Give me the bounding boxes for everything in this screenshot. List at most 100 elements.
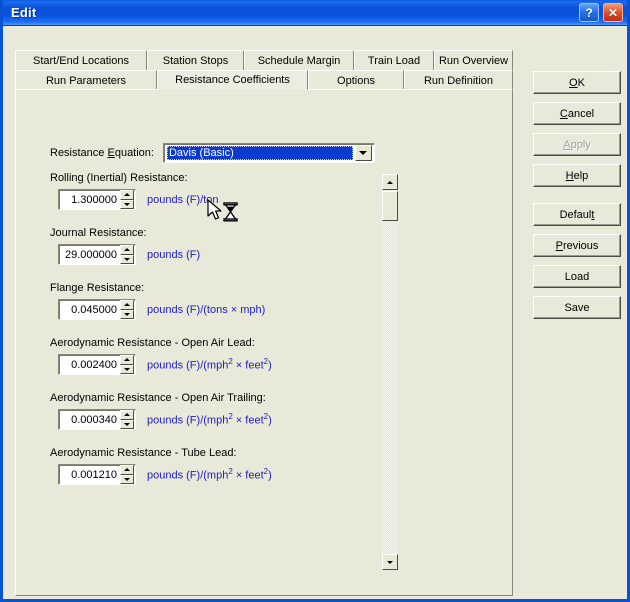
spinner-buttons: [120, 410, 134, 429]
chevron-down-icon[interactable]: [354, 145, 372, 161]
tab-run-parameters[interactable]: Run Parameters: [15, 70, 157, 90]
field-row: 0.045000 pounds (F)/(tons × mph): [50, 299, 265, 320]
scrollbar-thumb[interactable]: [382, 191, 398, 221]
previous-button[interactable]: Previous: [533, 234, 621, 257]
spinner-down-icon[interactable]: [120, 364, 134, 374]
tab-train-load[interactable]: Train Load: [354, 50, 434, 70]
tab-schedule-margin[interactable]: Schedule Margin: [244, 50, 354, 70]
field-group-rolling-inertial-resistance: Rolling (Inertial) Resistance: 1.300000 po…: [50, 172, 219, 210]
spinner-input-aerodynamic-resistance-open-air-trailing[interactable]: 0.000340: [58, 409, 136, 430]
spinner-down-icon[interactable]: [120, 254, 134, 264]
dialog-client-area: Start/End Locations Station Stops Schedule…: [3, 26, 627, 599]
tab-label: Resistance Coefficients: [175, 74, 290, 86]
spinner-input-aerodynamic-resistance-tube-lead[interactable]: 0.001210: [58, 464, 136, 485]
button-label: Apply: [563, 138, 591, 151]
field-label: Aerodynamic Resistance - Open Air Traili…: [50, 392, 266, 404]
tab-row-bottom: Run Parameters Resistance Coefficients Opt…: [15, 70, 513, 90]
spinner-value: 0.002400: [71, 358, 117, 371]
tab-label: Run Overview: [438, 54, 509, 67]
field-group-journal-resistance: Journal Resistance: 29.000000 pounds (F): [50, 227, 200, 265]
spinner-down-icon[interactable]: [120, 199, 134, 209]
close-icon-button[interactable]: ✕: [603, 3, 623, 22]
tab-run-definition[interactable]: Run Definition: [404, 70, 513, 90]
help-icon-button[interactable]: ?: [579, 3, 599, 22]
field-row: 0.001210 pounds (F)/(mph2 × feet2): [50, 464, 272, 485]
tab-label: Train Load: [367, 54, 421, 67]
tab-strip: Start/End Locations Station Stops Schedule…: [15, 50, 513, 90]
resistance-equation-select[interactable]: Davis (Basic): [162, 143, 375, 163]
button-label: Cancel: [559, 107, 595, 120]
field-label: Rolling (Inertial) Resistance:: [50, 172, 188, 184]
spinner-up-icon[interactable]: [120, 190, 134, 200]
spinner-input-flange-resistance[interactable]: 0.045000: [58, 299, 136, 320]
unit-label: pounds (F)/(mph2 × feet2): [147, 357, 272, 372]
unit-label: pounds (F): [147, 248, 201, 261]
unit-label: pounds (F)/(mph2 × feet2): [147, 467, 272, 482]
spinner-buttons: [120, 245, 134, 264]
tab-label: Schedule Margin: [257, 54, 341, 67]
button-label: OK: [569, 76, 585, 89]
tab-label: Station Stops: [162, 54, 229, 67]
tab-row-top: Start/End Locations Station Stops Schedule…: [15, 50, 513, 70]
unit-label: pounds (F)/ton: [147, 193, 219, 206]
title-bar[interactable]: Edit ? ✕: [3, 0, 627, 26]
spinner-buttons: [120, 355, 134, 374]
spinner-value: 1.300000: [71, 193, 117, 206]
spinner-up-icon[interactable]: [120, 355, 134, 365]
field-row: 1.300000 pounds (F)/ton: [50, 189, 219, 210]
spinner-value: 0.001210: [71, 468, 117, 481]
tab-options[interactable]: Options: [308, 70, 404, 90]
triangle-down-icon[interactable]: [382, 554, 398, 570]
default-button[interactable]: Default: [533, 203, 621, 226]
tab-label: Run Definition: [423, 74, 494, 87]
button-label: Help: [565, 169, 589, 182]
button-label: Previous: [555, 239, 599, 252]
save-button[interactable]: Save: [533, 296, 621, 319]
field-label: Aerodynamic Resistance - Open Air Lead:: [50, 337, 255, 349]
tab-station-stops[interactable]: Station Stops: [147, 50, 244, 70]
spinner-input-aerodynamic-resistance-open-air-lead[interactable]: 0.002400: [58, 354, 136, 375]
spinner-up-icon[interactable]: [120, 465, 134, 475]
spinner-input-journal-resistance[interactable]: 29.000000: [58, 244, 136, 265]
cancel-button[interactable]: Cancel: [533, 102, 621, 125]
tab-content-panel: Resistance Equation: Davis (Basic) Rolli…: [15, 89, 513, 596]
spinner-buttons: [120, 465, 134, 484]
spinner-value: 0.000340: [71, 413, 117, 426]
help-button[interactable]: Help: [533, 164, 621, 187]
tab-start-end-locations[interactable]: Start/End Locations: [15, 50, 147, 70]
field-group-aerodynamic-resistance-tube-lead: Aerodynamic Resistance - Tube Lead: 0.001…: [50, 447, 272, 485]
resistance-equation-value: Davis (Basic): [166, 146, 353, 160]
field-row: 0.002400 pounds (F)/(mph2 × feet2): [50, 354, 272, 375]
spinner-input-rolling-inertial-resistance[interactable]: 1.300000: [58, 189, 136, 210]
tab-label: Start/End Locations: [32, 54, 129, 67]
window-title: Edit: [11, 5, 37, 20]
ok-button[interactable]: OK: [533, 71, 621, 94]
spinner-down-icon[interactable]: [120, 309, 134, 319]
spinner-up-icon[interactable]: [120, 245, 134, 255]
edit-dialog-window: Edit ? ✕ Start/End Locations Station Stop…: [0, 0, 630, 602]
resistance-equation-row: Resistance Equation: Davis (Basic): [50, 143, 375, 163]
spinner-up-icon[interactable]: [120, 410, 134, 420]
coefficients-scrollbar[interactable]: [382, 174, 398, 570]
spinner-down-icon[interactable]: [120, 474, 134, 484]
tab-resistance-coefficients[interactable]: Resistance Coefficients: [157, 70, 308, 90]
field-label: Flange Resistance:: [50, 282, 145, 294]
spinner-buttons: [120, 300, 134, 319]
field-row: 0.000340 pounds (F)/(mph2 × feet2): [50, 409, 272, 430]
spinner-value: 0.045000: [71, 303, 117, 316]
field-group-aerodynamic-resistance-open-air-lead: Aerodynamic Resistance - Open Air Lead: 0…: [50, 337, 272, 375]
apply-button: Apply: [533, 133, 621, 156]
unit-label: pounds (F)/(mph2 × feet2): [147, 412, 272, 427]
coefficients-scroll-viewport: Rolling (Inertial) Resistance: 1.300000 po…: [16, 172, 376, 572]
triangle-up-icon[interactable]: [382, 174, 398, 190]
load-button[interactable]: Load: [533, 265, 621, 288]
tab-label: Options: [337, 74, 375, 87]
tab-run-overview[interactable]: Run Overview: [434, 50, 513, 70]
spinner-value: 29.000000: [65, 248, 117, 261]
button-label: Load: [564, 270, 590, 283]
tab-label: Run Parameters: [45, 74, 127, 87]
spinner-down-icon[interactable]: [120, 419, 134, 429]
field-row: 29.000000 pounds (F): [50, 244, 200, 265]
spinner-up-icon[interactable]: [120, 300, 134, 310]
field-group-flange-resistance: Flange Resistance: 0.045000 pounds (F)/(to…: [50, 282, 265, 320]
